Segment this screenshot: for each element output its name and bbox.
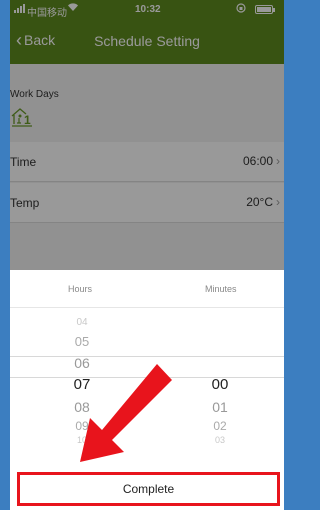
hours-column-label: Hours bbox=[68, 284, 93, 294]
minutes-column-label: Minutes bbox=[205, 284, 237, 294]
minute-option[interactable]: 02 bbox=[190, 419, 250, 433]
modal-overlay[interactable] bbox=[10, 0, 284, 270]
time-picker-sheet: Hours Minutes 04 05 06 07 08 09 10 00 01… bbox=[10, 270, 284, 510]
picker-header: Hours Minutes bbox=[10, 270, 284, 308]
minute-option[interactable]: 01 bbox=[190, 399, 250, 415]
hour-option[interactable]: 04 bbox=[52, 317, 112, 328]
minute-option[interactable]: 03 bbox=[190, 435, 250, 445]
red-arrow-annotation bbox=[80, 364, 172, 462]
hour-option[interactable]: 05 bbox=[52, 334, 112, 349]
selected-minute[interactable]: 00 bbox=[190, 376, 250, 393]
phone-screen: 中国移动 10:32 ‹ Back Schedule Setting Work … bbox=[10, 0, 284, 510]
